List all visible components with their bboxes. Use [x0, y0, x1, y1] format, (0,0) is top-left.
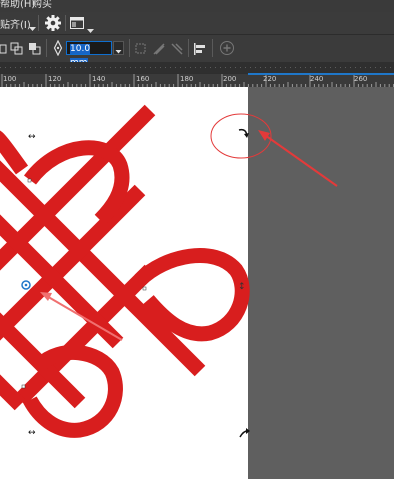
node-handle: [142, 286, 147, 291]
scale-handle-bottom: ↔: [28, 428, 36, 438]
scale-handle-right: ↕: [238, 282, 246, 292]
annotation-arrow: [261, 132, 338, 187]
node-handle: [27, 178, 32, 183]
annotation-arrow-head: [258, 130, 270, 141]
node-handle: [21, 384, 26, 389]
canvas-overlay: ↔ ↔ ↕: [0, 104, 338, 438]
scale-handle-top: ↔: [28, 132, 36, 142]
chinese-knot-artwork[interactable]: [0, 104, 250, 438]
